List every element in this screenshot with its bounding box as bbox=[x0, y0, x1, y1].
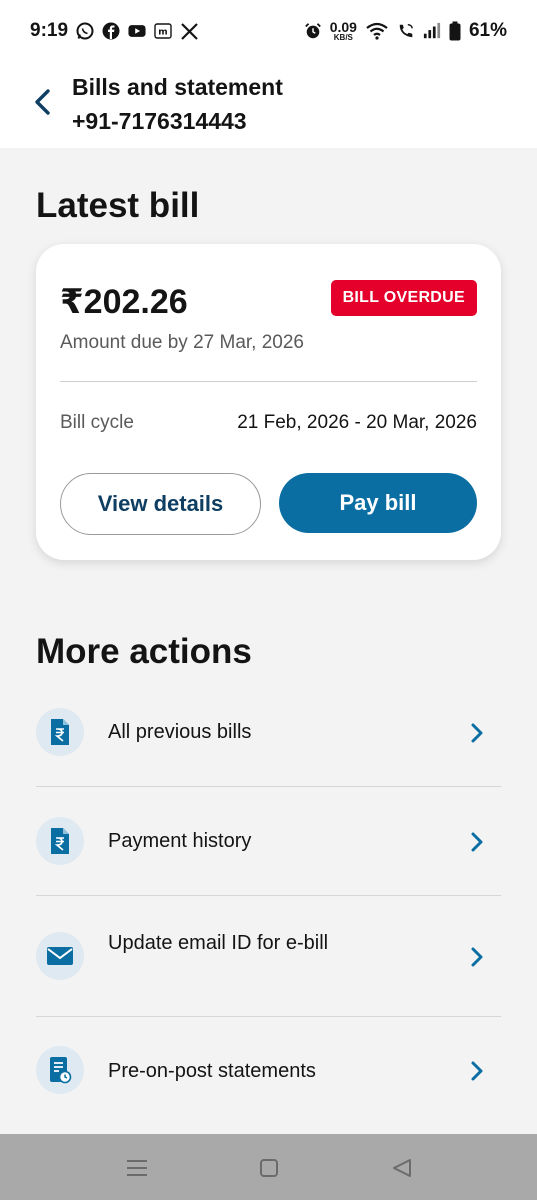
chevron-right-icon bbox=[467, 721, 487, 745]
signal-icon bbox=[423, 22, 441, 40]
chevron-right-icon bbox=[467, 830, 487, 854]
action-label: Payment history bbox=[108, 830, 252, 852]
battery-percent: 61% bbox=[468, 20, 507, 41]
list-divider bbox=[36, 1016, 501, 1017]
card-divider bbox=[60, 381, 477, 382]
net-speed-value: 0.09 bbox=[329, 19, 357, 35]
action-label: Update email ID for e-bill bbox=[108, 932, 329, 954]
system-nav-bar bbox=[0, 1134, 537, 1200]
action-payment-history[interactable]: Payment history bbox=[36, 817, 501, 867]
svg-text:m: m bbox=[158, 28, 167, 38]
bill-cycle-label: Bill cycle bbox=[60, 412, 134, 433]
square-icon bbox=[260, 1159, 278, 1177]
list-divider bbox=[36, 786, 501, 787]
battery-icon bbox=[449, 21, 461, 41]
net-speed: 0.09 KB/S bbox=[330, 20, 357, 42]
page-title: Bills and statement bbox=[72, 74, 283, 100]
rupee-document-icon bbox=[36, 817, 84, 865]
wifi-icon bbox=[365, 22, 389, 40]
chevron-right-icon bbox=[467, 1059, 487, 1083]
statement-icon bbox=[36, 1046, 84, 1094]
pay-bill-button[interactable]: Pay bill bbox=[279, 473, 477, 533]
rupee-document-icon bbox=[36, 708, 84, 756]
facebook-icon bbox=[102, 22, 120, 40]
action-pre-on-post-statements[interactable]: Pre-on-post statements bbox=[36, 1046, 501, 1096]
status-bar: 9:19 m 0.09 KB/S 61% bbox=[0, 0, 537, 62]
triangle-back-icon bbox=[393, 1159, 411, 1177]
action-update-email[interactable]: Update email ID for e-bill bbox=[36, 932, 501, 982]
due-date-text: Amount due by 27 Mar, 2026 bbox=[60, 332, 304, 353]
status-badge: BILL OVERDUE bbox=[330, 280, 477, 316]
envelope-icon bbox=[36, 932, 84, 980]
bill-amount: ₹202.26 bbox=[60, 283, 188, 321]
action-all-previous-bills[interactable]: All previous bills bbox=[36, 708, 501, 758]
wifi-call-icon bbox=[397, 22, 415, 40]
chevron-right-icon bbox=[467, 945, 487, 969]
chevron-left-icon bbox=[35, 89, 50, 115]
phone-number: +91-7176314443 bbox=[72, 108, 247, 134]
list-divider bbox=[36, 895, 501, 896]
home-button[interactable] bbox=[255, 1154, 283, 1182]
back-nav-button[interactable] bbox=[388, 1154, 416, 1182]
net-speed-unit: KB/S bbox=[333, 33, 353, 42]
recents-button[interactable] bbox=[123, 1154, 151, 1182]
bill-cycle-value: 21 Feb, 2026 - 20 Mar, 2026 bbox=[237, 412, 477, 433]
back-button[interactable] bbox=[26, 84, 58, 120]
youtube-icon bbox=[128, 22, 146, 40]
status-left: 9:19 m bbox=[30, 20, 198, 42]
app-header: Bills and statement +91-7176314443 bbox=[0, 62, 537, 148]
x-icon bbox=[180, 22, 198, 40]
action-label: All previous bills bbox=[108, 721, 252, 743]
view-details-button[interactable]: View details bbox=[60, 473, 261, 535]
latest-bill-card: ₹202.26 BILL OVERDUE Amount due by 27 Ma… bbox=[36, 244, 501, 560]
alarm-icon bbox=[304, 22, 322, 40]
more-actions-heading: More actions bbox=[36, 632, 252, 671]
action-label: Pre-on-post statements bbox=[108, 1060, 316, 1082]
menu-lines-icon bbox=[127, 1160, 147, 1176]
status-time: 9:19 bbox=[30, 20, 69, 41]
latest-bill-heading: Latest bill bbox=[36, 186, 200, 225]
whatsapp-icon bbox=[76, 22, 94, 40]
status-right: 0.09 KB/S 61% bbox=[304, 20, 507, 42]
m-app-icon: m bbox=[154, 22, 172, 40]
